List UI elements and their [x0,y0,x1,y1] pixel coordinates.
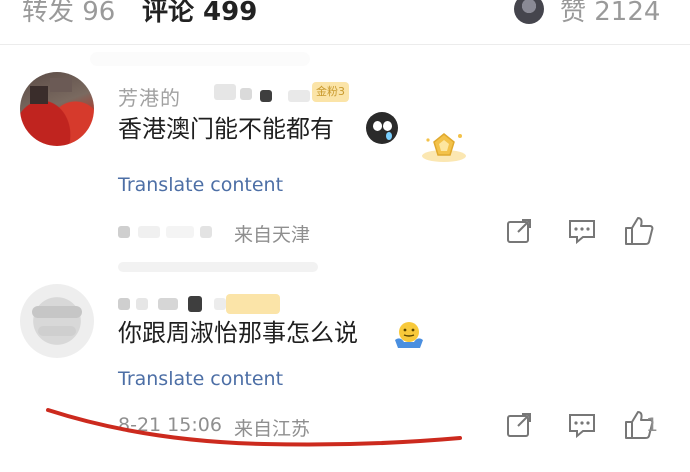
avatar-pixelation [38,326,76,336]
blur-block [188,296,202,312]
gold-award-icon [422,133,466,162]
meta-row: 来自天津 [118,214,678,248]
comment-item: 芳港的 金粉3 香港澳门能不能都有 Translate content 来自天津 [0,70,690,272]
comment-section: 转发 96 评论 499 赞 2124 芳港的 金粉3 香港澳门能不能都有 Tr… [0,0,690,472]
repost-tab[interactable]: 转发 96 [22,0,115,32]
blur-block [138,226,160,238]
translate-link[interactable]: Translate content [118,368,283,390]
translate-link[interactable]: Translate content [118,174,283,196]
blur-block [288,90,310,102]
divider [0,44,690,45]
like-tab[interactable]: 赞 2124 [560,0,660,32]
comment-tab[interactable]: 评论 499 [142,0,257,32]
divider [118,262,318,272]
share-icon[interactable] [502,214,536,248]
blur-block [166,226,194,238]
username-blurred[interactable]: 芳港的 [118,82,181,111]
like-icon[interactable] [622,214,656,248]
username-row [118,288,538,316]
username-row: 芳港的 金粉3 [118,76,538,110]
comment-text: 香港澳门能不能都有 [118,115,334,143]
avatar-pixelation [32,306,82,318]
stats-bar: 转发 96 评论 499 赞 2124 [0,0,690,40]
reply-icon[interactable] [565,408,599,442]
annotation-underline [46,408,462,447]
blur-block [214,84,236,100]
fan-badge [226,294,280,314]
like-count: 1 [646,414,659,436]
blur-block [136,298,148,310]
faded-area [90,52,310,66]
location-text: 来自天津 [234,224,311,246]
reply-icon[interactable] [565,214,599,248]
avatar[interactable] [20,284,94,358]
blur-block [240,88,252,100]
blur-block [200,226,212,238]
blur-block [118,226,130,238]
blur-block [118,298,130,310]
crying-face-icon [366,112,398,144]
blur-block [260,90,272,102]
avatar-pixelation [30,86,48,104]
comment-text: 你跟周淑怡那事怎么说 [118,319,358,347]
fan-badge: 金粉3 [312,82,349,102]
blur-block [158,298,178,310]
avatar[interactable] [20,72,94,146]
like-avatar [514,0,544,24]
shrug-face-icon [395,322,423,348]
blur-block [214,298,226,310]
share-icon[interactable] [502,408,536,442]
avatar-pixelation [50,78,72,92]
